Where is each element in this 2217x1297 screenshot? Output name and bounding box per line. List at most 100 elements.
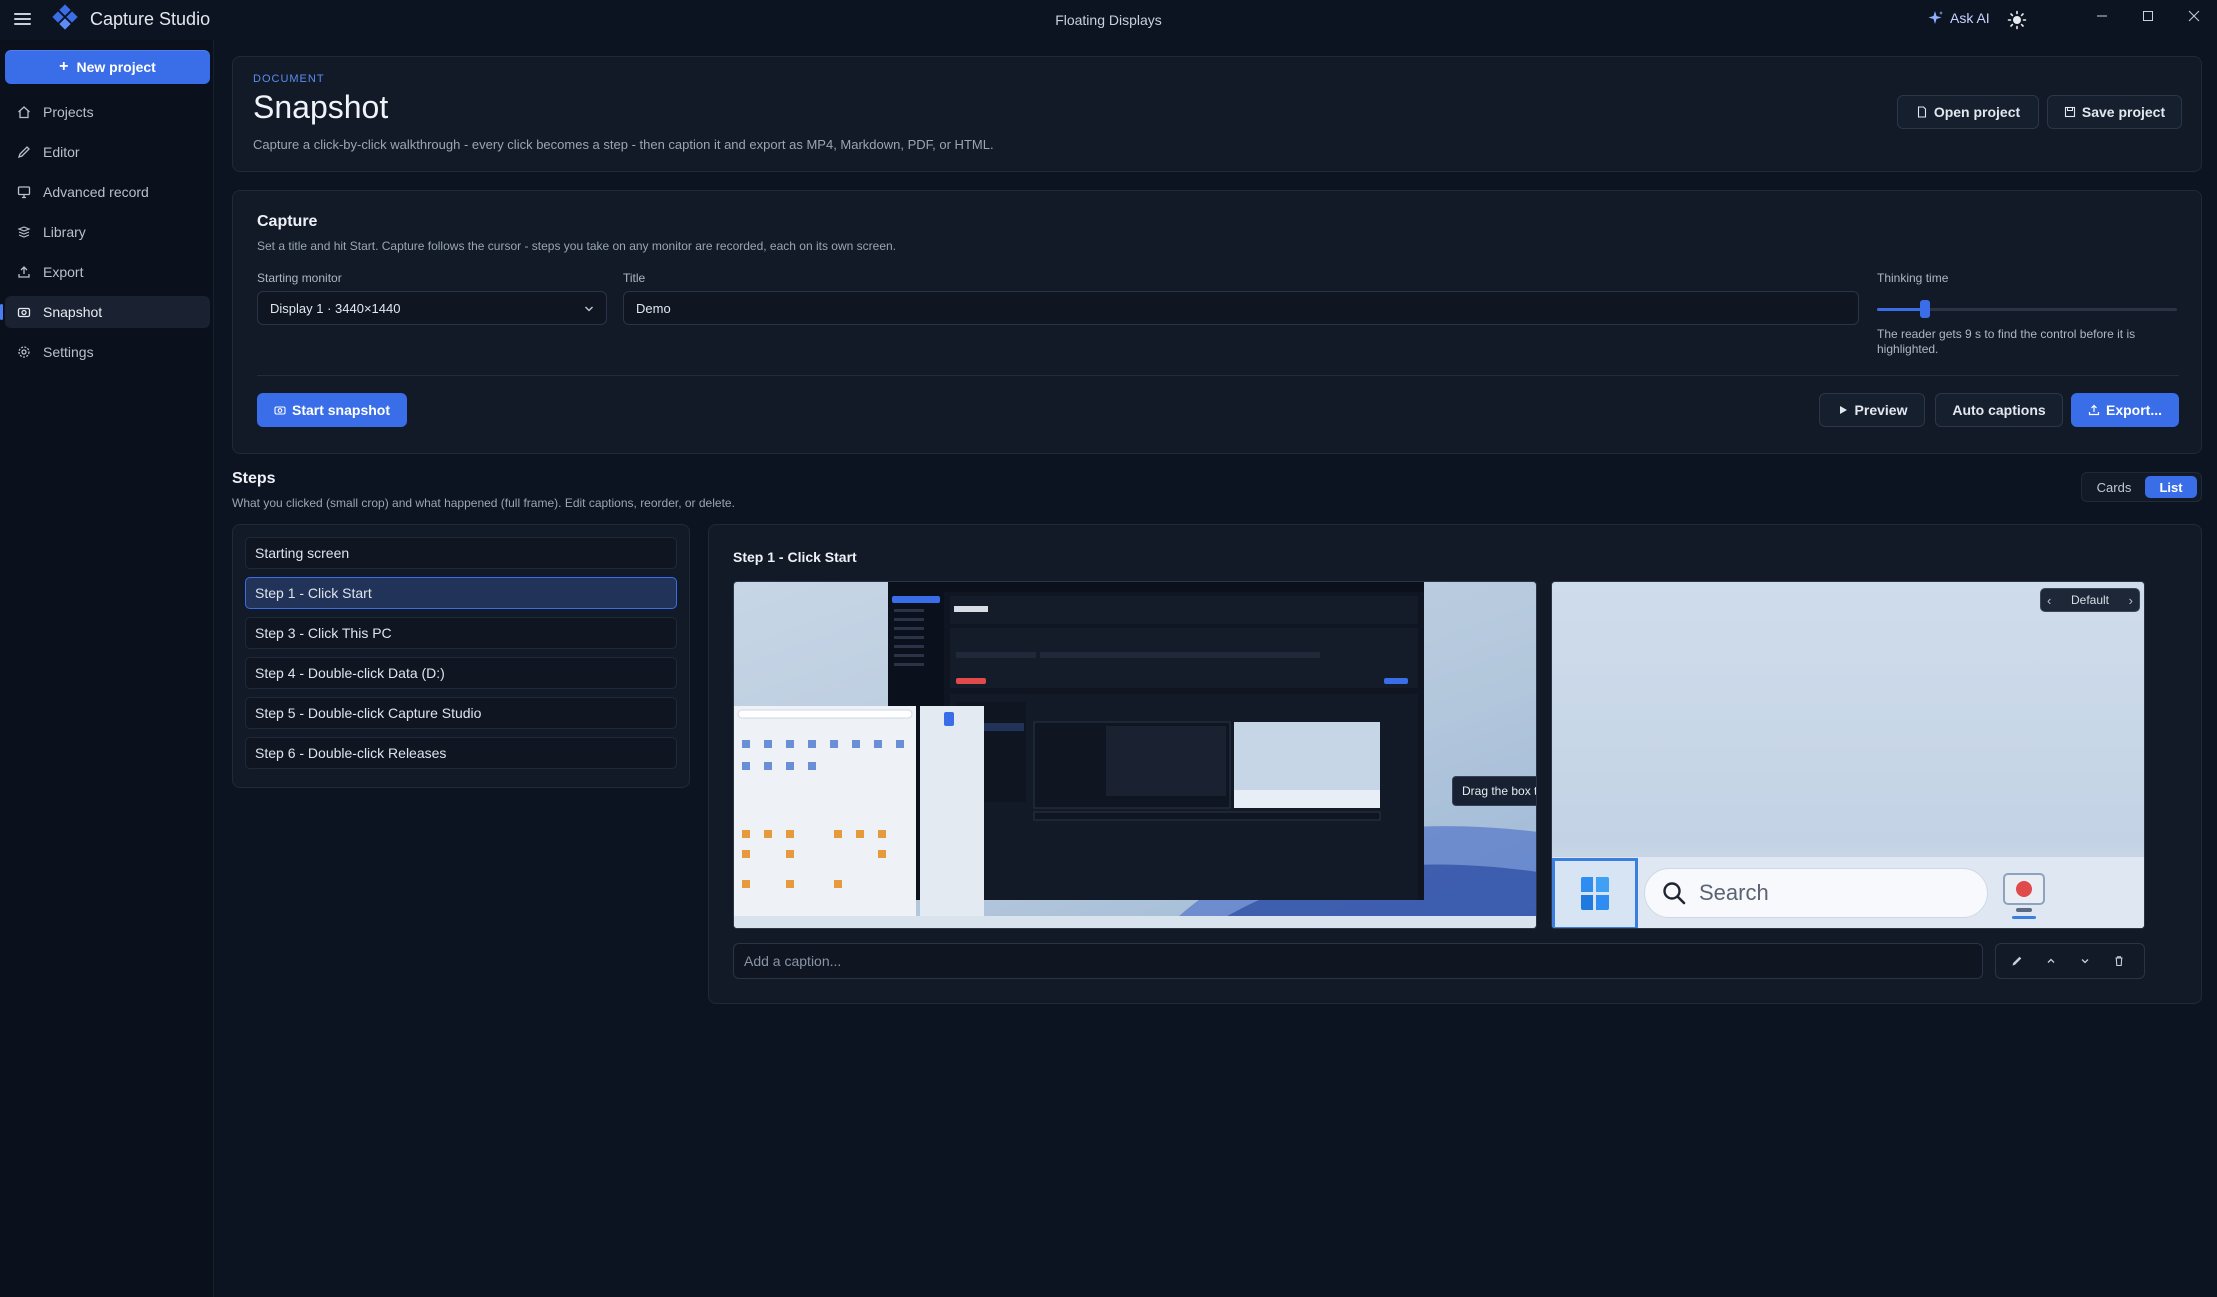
maximize-button[interactable] — [2128, 4, 2168, 28]
edit-step-button[interactable] — [2002, 944, 2032, 978]
capture-title: Capture — [257, 213, 318, 230]
maximize-icon — [2143, 11, 2153, 21]
chevron-down-icon — [2081, 959, 2089, 964]
chevron-left-icon[interactable]: ‹ — [2047, 593, 2051, 608]
capture-description: Set a title and hit Start. Capture follo… — [257, 239, 896, 253]
file-icon — [1917, 106, 1926, 118]
sidebar-item-snapshot[interactable]: Snapshot — [0, 296, 210, 328]
chevron-down-icon — [585, 306, 593, 312]
new-project-label: New project — [76, 59, 156, 75]
thinking-time-label: Thinking time — [1877, 271, 1949, 285]
thinking-time-slider[interactable] — [1877, 299, 2177, 319]
auto-captions-label: Auto captions — [1952, 402, 2046, 418]
capture-panel: Capture Set a title and hit Start. Captu… — [232, 190, 2202, 454]
close-icon — [2188, 10, 2200, 22]
monitor-label: Starting monitor — [257, 271, 342, 285]
monitor-select[interactable]: Display 1 · 3440×1440 — [257, 291, 607, 325]
pencil-icon — [2012, 956, 2022, 966]
export-button[interactable]: Export... — [2071, 393, 2179, 427]
ask-ai-button[interactable]: Ask AI — [1928, 10, 1990, 26]
camera-icon — [274, 406, 286, 415]
step-list-item[interactable]: Step 5 - Double-click Capture Studio — [245, 697, 677, 729]
sidebar-item-library[interactable]: Library — [5, 216, 210, 248]
sidebar-nav: Projects Editor Advanced record Library … — [0, 96, 210, 376]
preview-label: Preview — [1854, 402, 1908, 418]
gear-icon — [18, 346, 30, 358]
sidebar-item-label: Projects — [43, 104, 94, 120]
move-up-button[interactable] — [2036, 944, 2066, 978]
steps-title: Steps — [232, 470, 276, 487]
search-icon — [1663, 882, 1686, 905]
step-list-item[interactable]: Starting screen — [245, 537, 677, 569]
taskbar-search[interactable]: Search — [1644, 868, 1988, 918]
open-project-label: Open project — [1933, 104, 2021, 120]
recorder-app-icon — [2003, 873, 2045, 919]
menu-icon[interactable] — [14, 10, 31, 30]
monitor-select-value: Display 1 · 3440×1440 — [270, 300, 401, 316]
save-project-label: Save project — [2081, 104, 2166, 120]
click-crop-preview[interactable]: ‹ Default › Search — [1551, 581, 2145, 929]
start-button-highlight[interactable] — [1552, 858, 1638, 928]
crop-tooltip: Drag the box to move it, or a corner to … — [1452, 776, 1536, 806]
sidebar-item-advanced-record[interactable]: Advanced record — [5, 176, 210, 208]
delete-step-button[interactable] — [2104, 944, 2134, 978]
thinking-time-help: The reader gets 9 s to find the control … — [1877, 327, 2136, 356]
move-down-button[interactable] — [2070, 944, 2100, 978]
step-detail-title: Step 1 - Click Start — [733, 549, 857, 565]
divider — [257, 375, 2179, 376]
start-snapshot-button[interactable]: Start snapshot — [257, 393, 407, 427]
window-title: Floating Displays — [1055, 12, 1162, 28]
upload-icon — [2088, 404, 2100, 416]
step-list-item[interactable]: Step 6 - Double-click Releases — [245, 737, 677, 769]
sidebar-item-label: Library — [43, 224, 86, 240]
sidebar-item-label: Advanced record — [43, 184, 149, 200]
view-list-button[interactable]: List — [2145, 476, 2197, 498]
minimize-button[interactable] — [2082, 4, 2122, 28]
close-button[interactable] — [2174, 4, 2214, 28]
save-icon — [2064, 106, 2075, 118]
minimize-icon — [2097, 15, 2107, 17]
new-project-button[interactable]: + New project — [5, 50, 210, 84]
sidebar-item-editor[interactable]: Editor — [5, 136, 210, 168]
plus-icon: + — [59, 58, 69, 75]
save-project-button[interactable]: Save project — [2047, 95, 2182, 129]
slider-fill — [1877, 308, 1925, 311]
step-list-item[interactable]: Step 1 - Click Start — [245, 577, 677, 609]
auto-captions-button[interactable]: Auto captions — [1935, 393, 2063, 427]
caption-input[interactable] — [733, 943, 1983, 979]
step-list-item[interactable]: Step 3 - Click This PC — [245, 617, 677, 649]
page-title: Snapshot — [253, 89, 389, 125]
sidebar-item-settings[interactable]: Settings — [5, 336, 210, 368]
sidebar-item-label: Editor — [43, 144, 80, 160]
windows-logo-icon — [1581, 877, 1609, 910]
view-cards-button[interactable]: Cards — [2086, 476, 2142, 498]
camera-icon — [17, 307, 31, 318]
trash-icon — [2115, 956, 2123, 967]
step-toolbar — [1995, 943, 2145, 979]
title-input[interactable] — [623, 291, 1859, 325]
sidebar-item-label: Export — [43, 264, 84, 280]
sparkle-icon — [1928, 11, 1943, 24]
sidebar: + New project Projects Editor Advanced r… — [0, 40, 214, 1297]
step-list-item[interactable]: Step 4 - Double-click Data (D:) — [245, 657, 677, 689]
upload-icon — [18, 266, 30, 278]
slider-thumb[interactable] — [1920, 300, 1930, 318]
sidebar-item-projects[interactable]: Projects — [5, 96, 210, 128]
title-label: Title — [623, 271, 646, 285]
home-icon — [18, 106, 30, 119]
taskbar-app-icon[interactable] — [1998, 868, 2052, 920]
chevron-right-icon[interactable]: › — [2129, 593, 2133, 608]
open-project-button[interactable]: Open project — [1897, 95, 2039, 129]
app-name: Capture Studio — [90, 9, 211, 29]
full-frame-screenshot[interactable]: Drag the box to move it, or a corner to … — [733, 581, 1537, 929]
page-eyebrow: DOCUMENT — [253, 73, 325, 85]
ask-ai-label: Ask AI — [1950, 10, 1990, 26]
crop-view-label: Default — [2070, 593, 2110, 607]
sidebar-item-export[interactable]: Export — [5, 256, 210, 288]
start-snapshot-label: Start snapshot — [291, 402, 390, 418]
sun-icon[interactable] — [2007, 10, 2027, 30]
crop-view-selector: ‹ Default › — [2040, 588, 2140, 612]
preview-button[interactable]: Preview — [1819, 393, 1925, 427]
play-icon — [1839, 406, 1847, 414]
chevron-up-icon — [2047, 958, 2055, 963]
